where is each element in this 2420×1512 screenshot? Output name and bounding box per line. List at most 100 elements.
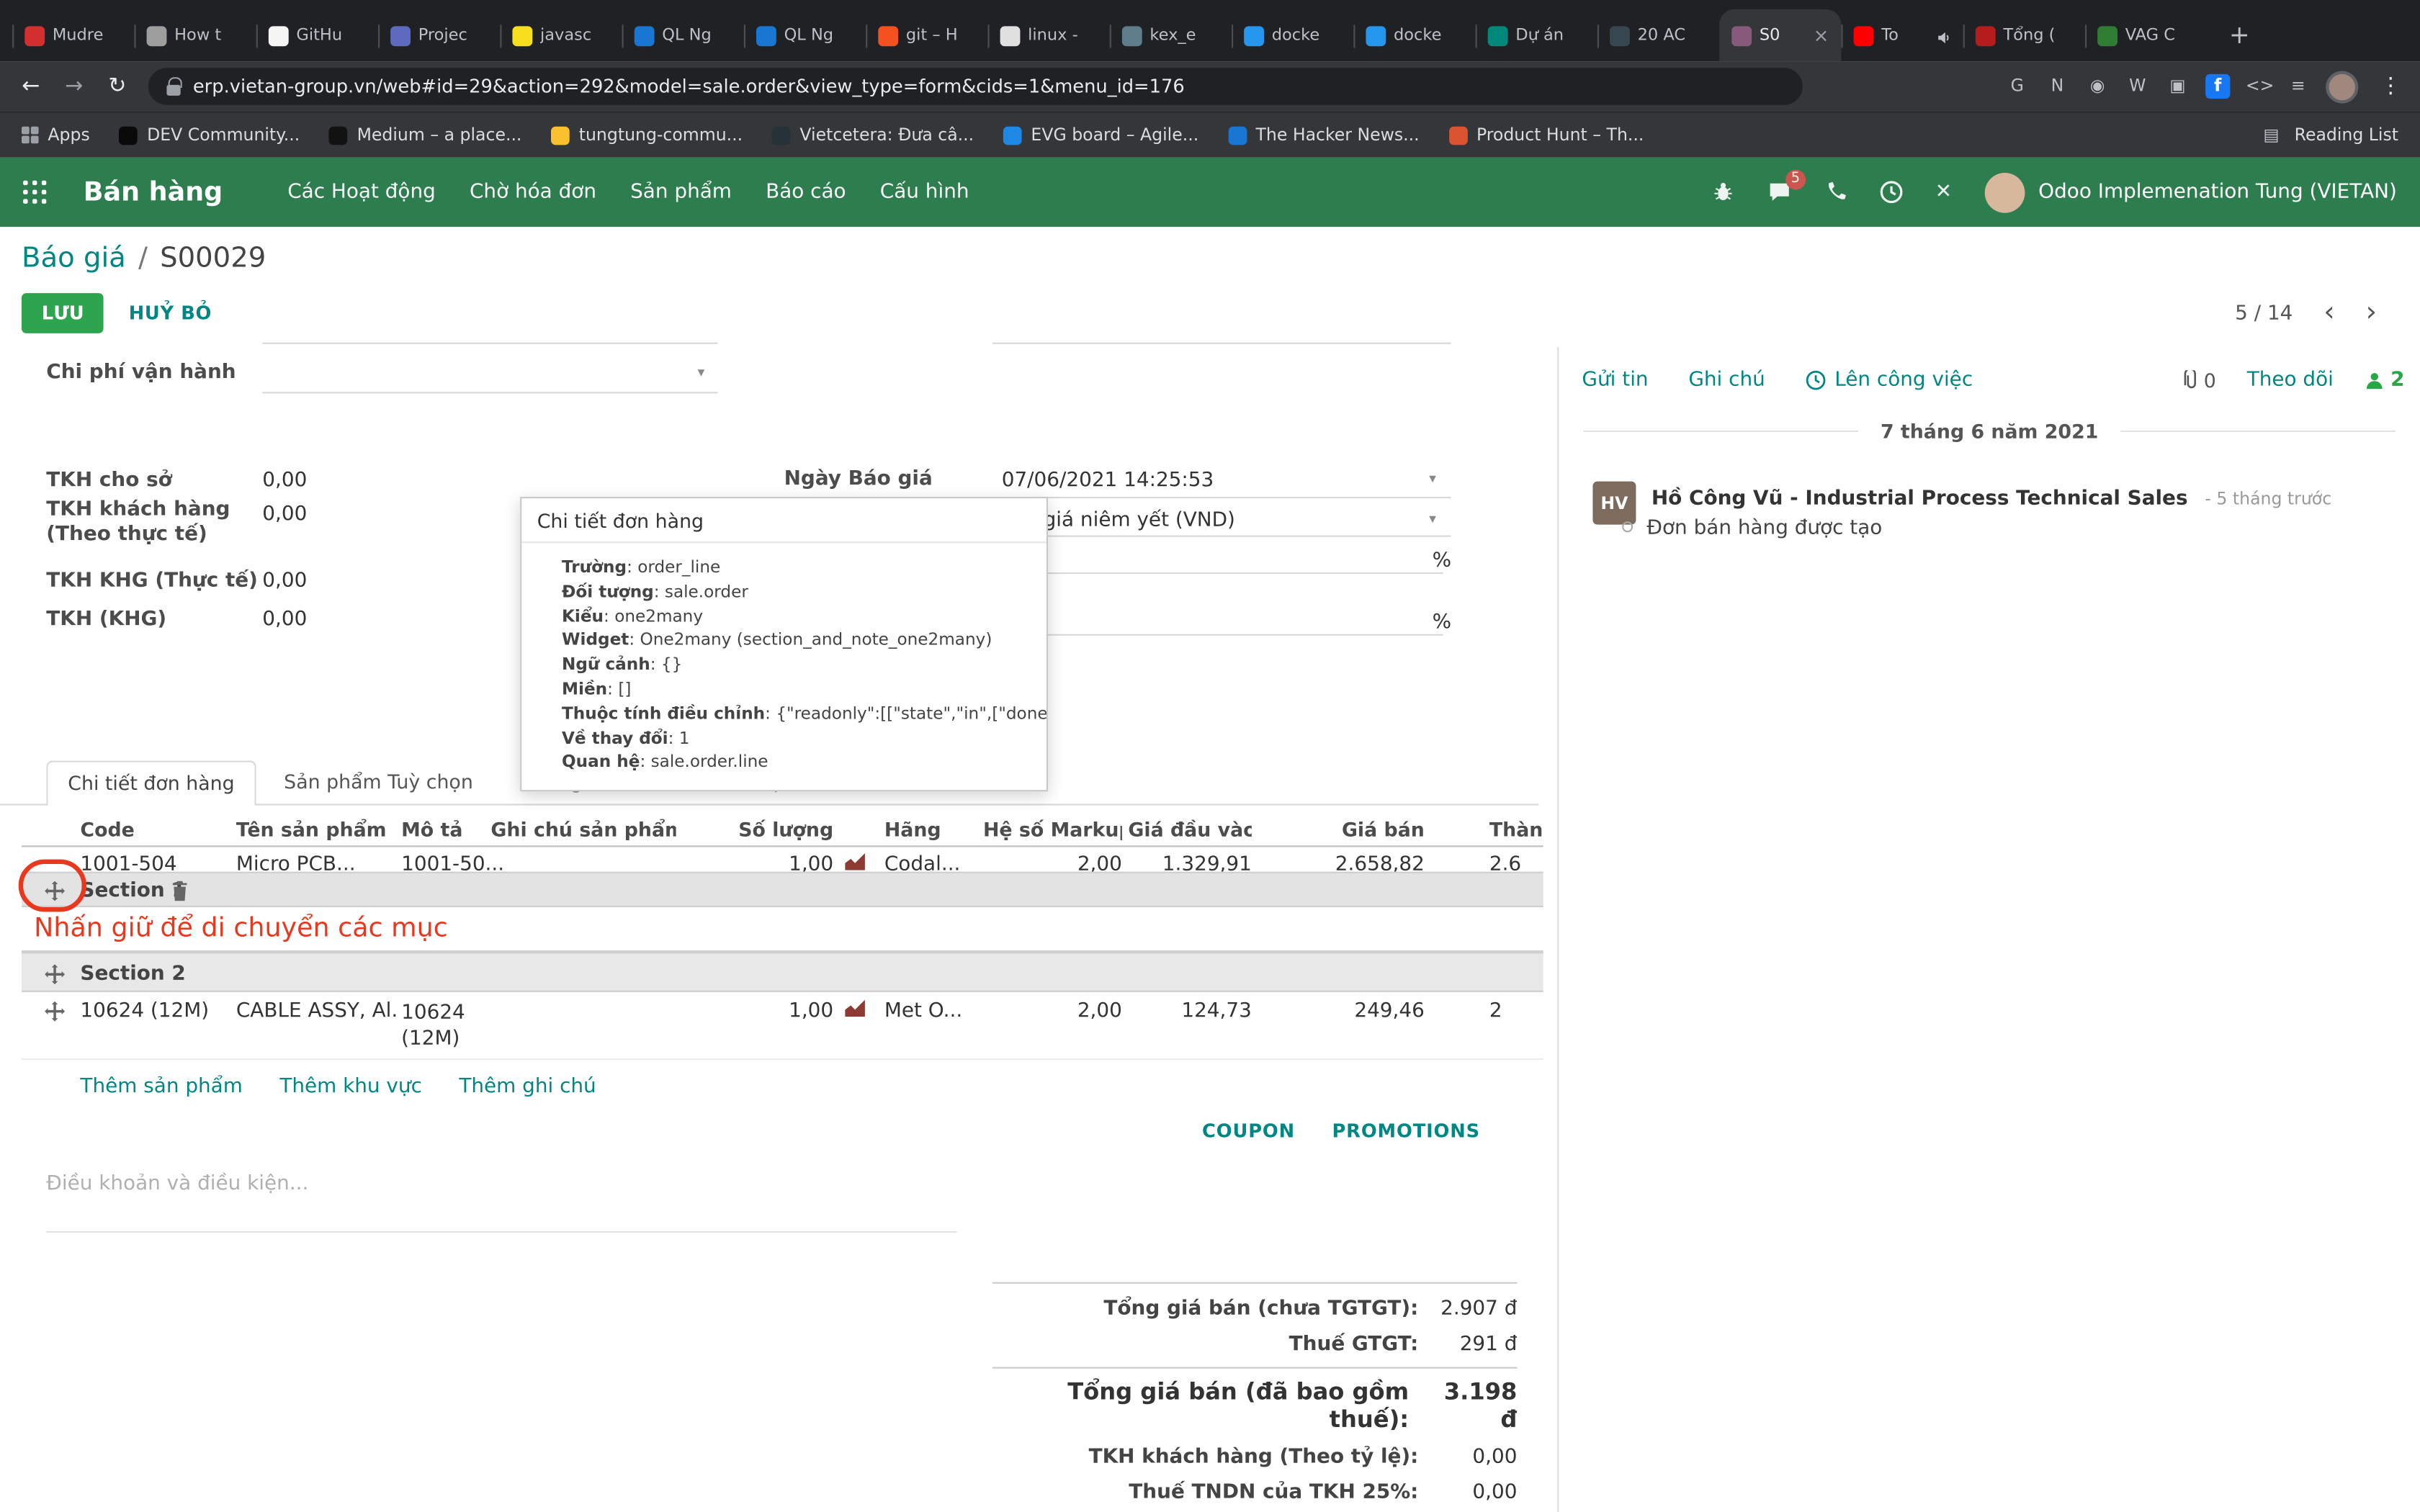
messages-icon[interactable]: 5 — [1767, 169, 1806, 204]
cell-qty[interactable]: 1,00 — [684, 853, 833, 872]
wayback-icon[interactable]: W — [2125, 74, 2150, 99]
cell-markup[interactable]: 2,00 — [983, 853, 1122, 872]
cell-brand[interactable]: Met O... — [884, 1000, 980, 1023]
column-header[interactable]: Ghi chú sản phẩm — [490, 818, 676, 841]
breadcrumb-parent[interactable]: Báo giá — [22, 242, 126, 274]
bookmark-item[interactable]: The Hacker News... — [1227, 125, 1420, 145]
add-line-link[interactable]: Thêm khu vực — [279, 1076, 422, 1112]
browser-tab[interactable]: docke × — [1230, 9, 1353, 62]
browser-tab[interactable]: kex_e × — [1108, 9, 1232, 62]
column-header[interactable]: Code — [80, 818, 231, 841]
cell-name[interactable]: Micro PCB... — [236, 853, 397, 872]
browser-tab[interactable]: GitHu × — [255, 9, 378, 62]
follow-button[interactable]: Theo dõi — [2247, 368, 2334, 391]
promotions-button[interactable]: PROMOTIONS — [1332, 1120, 1480, 1142]
browser-tab[interactable]: Projec × — [377, 9, 500, 62]
followers-button[interactable]: 2 — [2365, 368, 2405, 391]
apps-menu-icon[interactable] — [23, 180, 46, 204]
browser-tab[interactable]: To × — [1840, 9, 1963, 62]
app-menu-item[interactable]: Báo cáo — [766, 181, 846, 204]
browser-menu-icon[interactable]: ⋮ — [2380, 74, 2401, 99]
cell-qty[interactable]: 1,00 — [684, 1000, 833, 1023]
delete-row-icon[interactable] — [171, 881, 189, 901]
schedule-activity-button[interactable]: Lên công việc — [1806, 368, 1973, 391]
forecast-chart-icon[interactable] — [844, 853, 875, 872]
pager-previous-icon[interactable]: ‹ — [2323, 299, 2334, 328]
coupon-button[interactable]: COUPON — [1202, 1120, 1295, 1142]
tab-list-icon[interactable]: ≡ — [2286, 74, 2311, 99]
column-header[interactable]: Mô tả — [401, 818, 488, 841]
reading-list-button[interactable]: ▤ Reading List — [2259, 122, 2398, 147]
app-menu-item[interactable]: Chờ hóa đơn — [470, 181, 596, 204]
forward-icon[interactable]: → — [58, 74, 89, 99]
browser-tab[interactable]: docke × — [1353, 9, 1475, 62]
column-header[interactable]: Hãng — [884, 818, 980, 841]
cell-code[interactable]: 1001-504 — [80, 853, 231, 872]
pricelist-value[interactable]: giá niêm yết (VND) — [1044, 509, 1235, 532]
bookmark-item[interactable]: tungtung-commu... — [551, 125, 743, 145]
cell-name[interactable]: CABLE ASSY, Al... — [236, 1000, 397, 1023]
send-message-button[interactable]: Gửi tin — [1582, 368, 1648, 391]
add-line-link[interactable]: Thêm sản phẩm — [80, 1076, 242, 1112]
notion-icon[interactable]: N — [2045, 74, 2069, 99]
browser-tab[interactable]: linux - × — [987, 9, 1109, 62]
devtools-icon[interactable]: <> — [2246, 74, 2275, 99]
column-header[interactable]: Tên sản phẩm — [236, 818, 397, 841]
browser-tab[interactable]: Mudre × — [12, 9, 134, 62]
pocket-icon[interactable]: ◉ — [2085, 74, 2110, 99]
cell-cost[interactable]: 124,73 — [1128, 1000, 1252, 1023]
add-line-link[interactable]: Thêm ghi chú — [459, 1076, 596, 1112]
forecast-chart-icon[interactable] — [844, 999, 875, 1023]
bookmark-item[interactable]: Medium – a place... — [328, 125, 521, 145]
quote-date-value[interactable]: 07/06/2021 14:25:53 — [1002, 469, 1214, 492]
reload-icon[interactable]: ↻ — [102, 74, 133, 99]
back-icon[interactable]: ← — [15, 74, 46, 99]
user-menu[interactable]: Odoo Implemenation Tung (VIETAN) — [1984, 171, 2397, 212]
cell-brand[interactable]: Codal... — [884, 853, 980, 872]
address-bar[interactable]: erp.vietan-group.vn/web#id=29&action=292… — [148, 68, 1803, 105]
table-row[interactable]: 1001-504 Micro PCB... 1001-50... 1,00 Co… — [22, 847, 1543, 872]
log-note-button[interactable]: Ghi chú — [1688, 368, 1765, 391]
column-header[interactable]: Hệ số Markup — [983, 818, 1122, 841]
notebook-tab[interactable]: Sản phẩm Tuỳ chọn — [262, 759, 495, 804]
drag-handle-icon[interactable] — [45, 1001, 65, 1022]
call-icon[interactable] — [1824, 181, 1847, 204]
percent-field[interactable] — [992, 634, 1443, 636]
app-menu-item[interactable]: Cấu hình — [880, 181, 969, 204]
dropdown-caret-icon[interactable]: ▾ — [698, 366, 705, 381]
browser-tab[interactable]: 20 AC × — [1596, 9, 1719, 62]
dropdown-caret-icon[interactable]: ▾ — [1429, 512, 1436, 527]
browser-tab[interactable]: QL Ng × — [743, 9, 866, 62]
profile-avatar[interactable] — [2326, 70, 2359, 103]
cell-cost[interactable]: 1.329,91 — [1128, 853, 1252, 872]
tkh-khach-hang-value[interactable]: 0,00 — [262, 503, 307, 526]
tkh-khg-thuc-te-value[interactable]: 0,00 — [262, 570, 307, 593]
column-header[interactable]: Thành tiền — [1489, 818, 1543, 841]
tools-icon[interactable]: ✕ — [1935, 182, 1952, 202]
new-tab-button[interactable]: + — [2219, 14, 2259, 54]
browser-tab[interactable]: S0 × — [1719, 9, 1842, 62]
section-row-1[interactable]: Section 1 — [22, 871, 1543, 907]
message-author[interactable]: Hồ Công Vũ - Industrial Process Technica… — [1652, 487, 2188, 510]
tab-close-icon[interactable]: × — [1814, 26, 1829, 45]
cell-desc[interactable]: 10624 (12M) — [401, 1000, 488, 1053]
attachments-button[interactable]: 0 — [2182, 368, 2216, 391]
cell-markup[interactable]: 2,00 — [983, 1000, 1122, 1023]
drag-handle-icon[interactable] — [45, 964, 65, 985]
dropdown-caret-icon[interactable]: ▾ — [1429, 472, 1436, 487]
translate-icon[interactable]: G — [2005, 74, 2030, 99]
save-button[interactable]: LƯU — [22, 293, 104, 333]
column-header[interactable]: Số lượng — [684, 818, 833, 841]
operating-cost-field[interactable] — [262, 392, 718, 394]
cell-desc[interactable]: 1001-50... — [401, 853, 504, 872]
table-row[interactable]: 10624 (12M) CABLE ASSY, Al... 10624 (12M)… — [22, 992, 1543, 1061]
terms-placeholder[interactable]: Điều khoản và điều kiện... — [46, 1173, 308, 1196]
section-row-2[interactable]: Section 2 — [22, 952, 1543, 992]
app-menu-item[interactable]: Sản phẩm — [630, 181, 732, 204]
facebook-icon[interactable]: f — [2205, 73, 2231, 99]
bookmark-item[interactable]: EVG board – Agile... — [1003, 125, 1198, 145]
browser-tab[interactable]: VAG C × — [2084, 9, 2207, 62]
browser-tab[interactable]: javasc × — [499, 9, 622, 62]
section-label[interactable]: Section 1 — [80, 879, 185, 902]
browser-tab[interactable]: Tổng ( × — [1962, 9, 2085, 62]
